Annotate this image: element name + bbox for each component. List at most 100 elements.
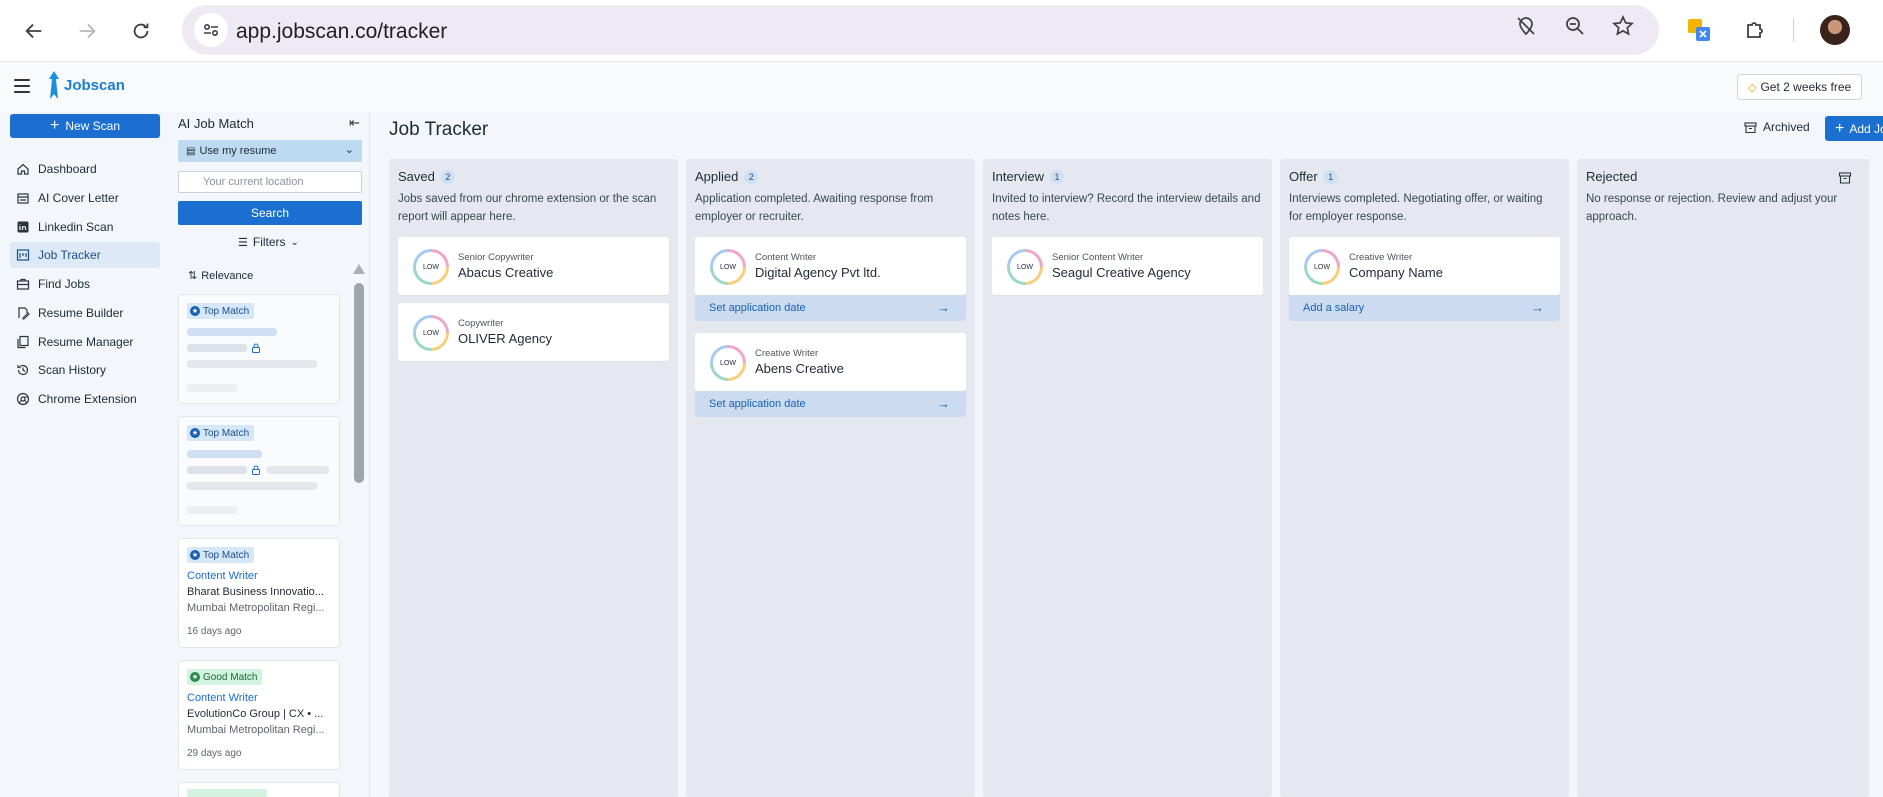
location-input[interactable] [178,171,362,193]
arrow-right-icon: → [937,300,950,315]
match-score-label: LOW [713,348,743,378]
archive-column-icon[interactable] [1838,171,1852,185]
tracker-card[interactable]: LOW Creative Writer Abens Creative [695,333,966,391]
column-count-badge: 2 [440,169,455,184]
card-role: Creative Writer [1349,252,1413,263]
sidebar-item-label: Resume Manager [38,335,134,349]
column-header: Offer 1 [1289,169,1338,184]
tracker-card[interactable]: LOW Copywriter OLIVER Agency [398,303,669,361]
job-location: Mumbai Metropolitan Regi... [187,602,325,614]
column-rejected: Rejected No response or rejection. Revie… [1577,159,1869,797]
tracker-card[interactable]: LOW Content Writer Digital Agency Pvt lt… [695,237,966,295]
new-scan-button[interactable]: + New Scan [10,114,160,138]
collapse-panel-icon[interactable]: ⇤ [349,115,360,131]
sort-relevance[interactable]: ⇅ Relevance [188,269,253,283]
job-card[interactable]: ★ Top Match Content Writer Bharat Busines… [178,538,340,648]
match-score-label: LOW [416,318,446,348]
job-card[interactable]: ★ Good Match Content Writer EvolutionCo G… [178,660,340,770]
sidebar-item-label: Find Jobs [38,277,91,291]
forward-button[interactable] [70,14,104,48]
sidebar-item-chrome-extension[interactable]: Chrome Extension [10,386,160,412]
sidebar-item-dashboard[interactable]: Dashboard [10,156,160,182]
chevron-down-icon: ⌄ [344,144,354,156]
job-card[interactable]: ★ Top Match [178,294,340,404]
reload-button[interactable] [124,14,158,48]
archived-button[interactable]: Archived [1744,120,1810,134]
bookmark-star-icon[interactable] [1611,14,1635,38]
arrow-right-icon: → [937,396,950,411]
card-action-label: Add a salary [1303,302,1365,314]
sidebar-item-find-jobs[interactable]: Find Jobs [10,271,160,297]
logo-text: Jobscan [64,76,125,94]
add-job-label: Add Job [1849,121,1883,136]
url-text[interactable]: app.jobscan.co/tracker [236,20,447,44]
column-header: Applied 2 [695,169,759,184]
sidebar-item-linkedin-scan[interactable]: Linkedin Scan [10,214,160,240]
archive-icon [1744,121,1757,133]
new-scan-label: New Scan [65,119,121,133]
scroll-up-arrow-icon[interactable] [353,264,365,274]
site-info-icon[interactable] [194,13,228,47]
sidebar-item-label: AI Cover Letter [38,191,119,205]
sidebar-item-label: Resume Builder [38,306,124,320]
set-application-date-link[interactable]: Set application date → [695,391,966,417]
address-bar[interactable]: app.jobscan.co/tracker [182,5,1659,55]
star-icon: ★ [190,672,200,682]
profile-avatar[interactable] [1820,15,1850,45]
column-description: Application completed. Awaiting response… [695,193,934,223]
hamburger-menu-icon[interactable] [14,79,30,93]
sidebar-item-scan-history[interactable]: Scan History [10,357,160,383]
location-off-icon[interactable] [1514,14,1538,38]
sidebar-item-resume-builder[interactable]: Resume Builder [10,300,160,326]
add-salary-link[interactable]: Add a salary → [1289,295,1560,321]
sidebar-item-job-tracker[interactable]: Job Tracker [10,242,160,268]
star-icon: ★ [190,550,200,560]
filters-toggle[interactable]: ☰ Filters ⌄ [238,235,299,249]
history-icon [17,364,29,376]
card-role: Content Writer [755,252,817,263]
add-job-button[interactable]: + Add Job [1825,116,1883,141]
column-description: Jobs saved from our chrome extension or … [398,193,657,223]
blurred-title [187,328,277,336]
job-card-partial[interactable] [178,782,340,797]
star-icon: ★ [190,306,200,316]
column-applied: Applied 2 Application completed. Awaitin… [686,159,975,797]
match-score-label: LOW [713,252,743,282]
trial-button[interactable]: ◇ Get 2 weeks free [1737,74,1863,100]
tracker-card[interactable]: LOW Senior Copywriter Abacus Creative [398,237,669,295]
scrollbar-thumb[interactable] [354,283,364,483]
badge-label: Top Match [203,549,250,561]
ai-job-match-panel: AI Job Match ⇤ ▤ Use my resume ⌄ Search … [170,112,370,797]
translate-extension-icon[interactable] [1684,15,1714,45]
column-count-badge: 1 [1050,169,1065,184]
match-badge: ★ Top Match [187,303,255,319]
search-button[interactable]: Search [178,201,362,225]
job-card[interactable]: ★ Top Match [178,416,340,526]
sidebar-item-resume-manager[interactable]: Resume Manager [10,329,160,355]
resume-select[interactable]: ▤ Use my resume ⌄ [178,140,362,162]
match-score-label: LOW [1010,252,1040,282]
column-description: No response or rejection. Review and adj… [1586,193,1838,223]
card-company: Company Name [1349,265,1443,280]
card-role: Senior Copywriter [458,252,534,263]
job-title[interactable]: Content Writer [187,692,258,704]
extensions-puzzle-icon[interactable] [1740,15,1770,45]
column-name: Interview [992,169,1045,184]
zoom-icon[interactable] [1563,14,1587,38]
tracker-card[interactable]: LOW Creative Writer Company Name [1289,237,1560,295]
column-count-badge: 1 [1323,169,1338,184]
card-company: Abens Creative [755,361,844,376]
job-list-scrollbar[interactable] [353,264,365,644]
back-button[interactable] [17,14,51,48]
job-title[interactable]: Content Writer [187,570,258,582]
badge-label: Top Match [203,427,250,439]
column-header: Rejected [1586,169,1637,184]
tracker-card[interactable]: LOW Senior Content Writer Seagul Creativ… [992,237,1263,295]
browser-toolbar: app.jobscan.co/tracker [0,0,1883,62]
card-role: Creative Writer [755,348,819,359]
sidebar-item-ai-cover-letter[interactable]: AI Cover Letter [10,185,160,211]
match-score-ring: LOW [413,315,449,351]
jobscan-logo[interactable]: Jobscan [48,70,125,100]
set-application-date-link[interactable]: Set application date → [695,295,966,321]
plus-icon: + [1835,119,1845,137]
